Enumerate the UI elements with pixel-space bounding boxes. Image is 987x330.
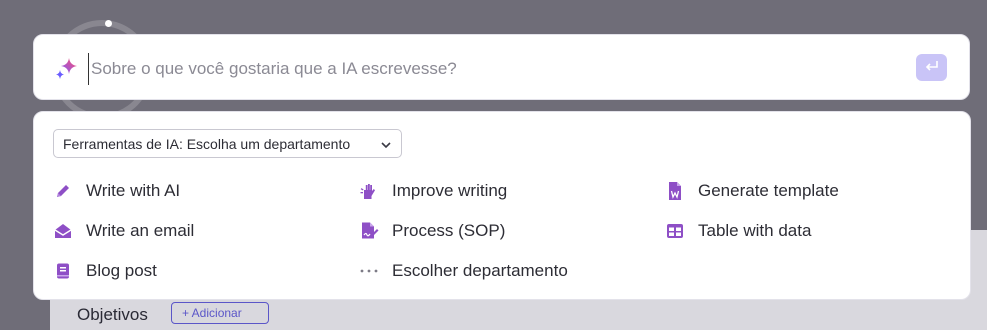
tool-table-with-data[interactable]: Table with data	[664, 219, 811, 243]
tool-label: Escolher departamento	[392, 261, 568, 280]
tool-label: Blog post	[86, 261, 157, 280]
file-signature-icon	[358, 220, 380, 242]
table-icon	[664, 220, 686, 242]
tool-write-an-email[interactable]: Write an email	[52, 219, 194, 243]
tool-write-with-ai[interactable]: Write with AI	[52, 179, 180, 203]
tool-label: Generate template	[698, 181, 839, 200]
ai-prompt-bar	[33, 34, 970, 100]
book-icon	[52, 260, 74, 282]
loading-dot	[105, 20, 112, 27]
envelope-open-icon	[52, 220, 74, 242]
tool-label: Write an email	[86, 221, 195, 240]
department-select-label: Ferramentas de IA: Escolha um departamen…	[63, 135, 351, 152]
tool-label: Write with AI	[86, 181, 181, 200]
enter-icon	[925, 59, 939, 77]
tool-escolher-departamento[interactable]: Escolher departamento	[358, 259, 568, 283]
tool-process-sop[interactable]: Process (SOP)	[358, 219, 505, 243]
ellipsis-icon	[358, 260, 380, 282]
background-add-button[interactable]: + Adicionar	[171, 302, 269, 324]
pencil-icon	[52, 180, 74, 202]
tool-generate-template[interactable]: Generate template	[664, 179, 839, 203]
hand-sparkle-icon	[358, 180, 380, 202]
chevron-down-icon	[380, 138, 392, 154]
word-file-icon	[664, 180, 686, 202]
ai-prompt-input[interactable]	[88, 53, 893, 85]
submit-button[interactable]	[916, 54, 947, 81]
ai-sparkle-icon	[54, 56, 80, 87]
tool-blog-post[interactable]: Blog post	[52, 259, 157, 283]
background-section-title: Objetivos	[77, 305, 148, 324]
tool-label: Improve writing	[392, 181, 508, 200]
tool-label: Process (SOP)	[392, 221, 506, 240]
ai-tools-panel: Ferramentas de IA: Escolha um departamen…	[33, 111, 971, 300]
tool-label: Table with data	[698, 221, 812, 240]
department-select[interactable]: Ferramentas de IA: Escolha um departamen…	[53, 129, 402, 158]
tool-improve-writing[interactable]: Improve writing	[358, 179, 507, 203]
